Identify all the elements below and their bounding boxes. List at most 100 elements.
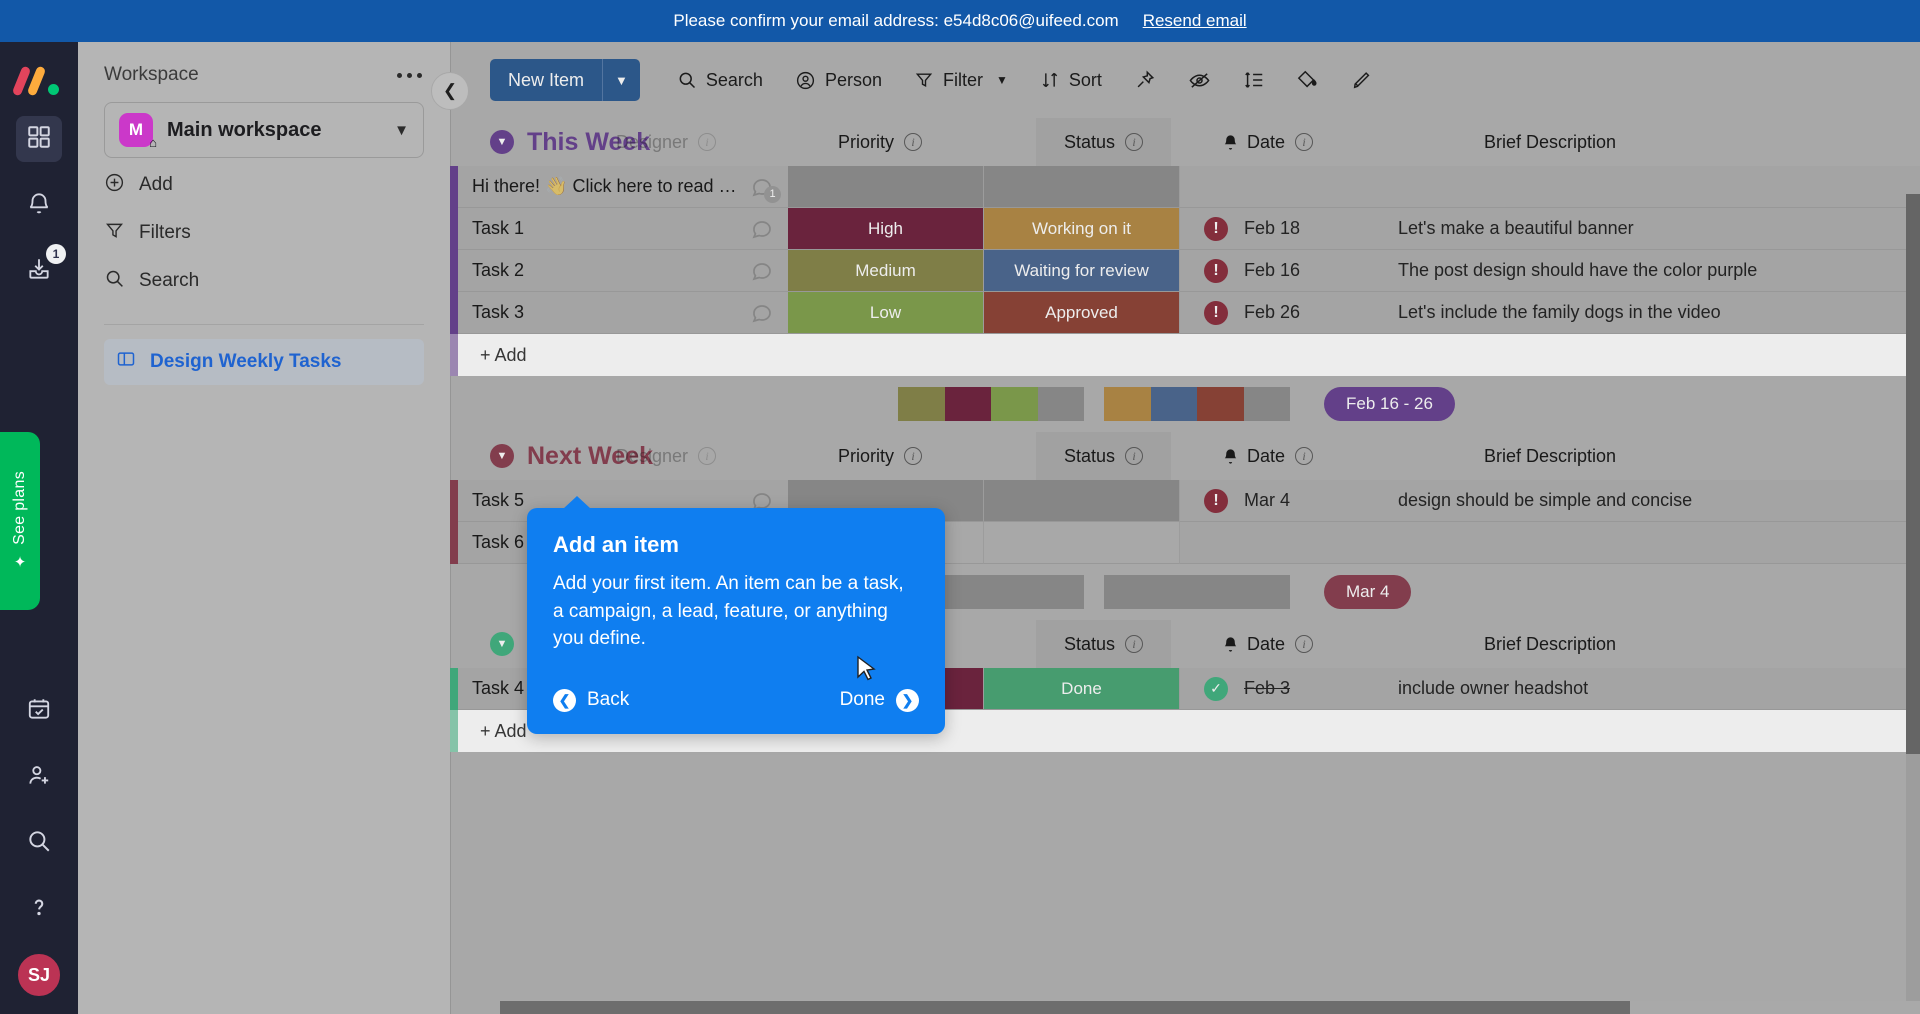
add-item-row[interactable]: + Add: [450, 334, 1920, 376]
row-name-cell[interactable]: Task 3: [458, 292, 788, 334]
row-description-cell[interactable]: The post design should have the color pu…: [1380, 250, 1920, 292]
rail-item-invite[interactable]: [16, 754, 62, 800]
column-header-status[interactable]: Status i: [1036, 432, 1172, 480]
row-name-cell[interactable]: Hi there! 👋 Click here to read abou… 1: [458, 166, 788, 208]
column-header-date[interactable]: Date i: [1222, 620, 1314, 668]
collapse-sidebar-button[interactable]: ❮: [431, 72, 469, 110]
toolbar-filter-button[interactable]: Filter ▼: [901, 59, 1021, 101]
column-header-designer[interactable]: Designeri: [616, 432, 717, 480]
comment-icon[interactable]: [750, 217, 774, 241]
workspace-selector[interactable]: M ⌂ Main workspace ▼: [104, 102, 424, 158]
row-status-cell[interactable]: [984, 522, 1180, 564]
date-summary-pill[interactable]: Mar 4: [1324, 575, 1412, 609]
column-info-icon[interactable]: i: [1295, 447, 1314, 466]
horizontal-scrollbar[interactable]: [500, 1001, 1920, 1014]
popover-back-button[interactable]: ❮ Back: [553, 688, 629, 712]
column-info-icon[interactable]: i: [1295, 133, 1314, 152]
sidebar-item-search[interactable]: Search: [104, 260, 424, 302]
column-header-description[interactable]: Brief Description: [1484, 432, 1616, 480]
row-status-cell[interactable]: Approved: [984, 292, 1180, 334]
sidebar-item-filters[interactable]: Filters: [104, 212, 424, 254]
toolbar-pin-button[interactable]: [1121, 59, 1169, 101]
row-priority-cell[interactable]: Low: [788, 292, 984, 334]
new-item-button[interactable]: New Item ▼: [490, 59, 640, 101]
row-status-cell[interactable]: Working on it: [984, 208, 1180, 250]
column-header-description[interactable]: Brief Description: [1484, 620, 1616, 668]
row-description-cell[interactable]: Let's make a beautiful banner: [1380, 208, 1920, 250]
chevron-down-icon[interactable]: ▼: [996, 73, 1008, 87]
column-info-icon[interactable]: i: [1125, 635, 1144, 654]
rail-item-notifications[interactable]: [16, 182, 62, 228]
add-item-label[interactable]: + Add: [458, 710, 527, 752]
group-collapse-icon[interactable]: ▼: [490, 632, 514, 656]
column-info-icon[interactable]: i: [698, 447, 717, 466]
row-status-cell[interactable]: [984, 166, 1180, 208]
row-date-cell[interactable]: ✓ Feb 3: [1180, 668, 1380, 710]
row-status-cell[interactable]: Waiting for review: [984, 250, 1180, 292]
rail-item-search[interactable]: [16, 820, 62, 866]
toolbar-person-button[interactable]: Person: [782, 59, 895, 101]
toolbar-highlighter-button[interactable]: [1338, 59, 1386, 101]
column-header-status[interactable]: Status i: [1036, 118, 1172, 166]
row-date-cell[interactable]: ! Feb 18: [1180, 208, 1380, 250]
column-info-icon[interactable]: i: [698, 133, 717, 152]
workspace-more-icon[interactable]: [395, 67, 424, 84]
comment-icon[interactable]: 1: [750, 175, 781, 203]
row-description-cell[interactable]: [1380, 522, 1920, 564]
comment-icon[interactable]: [750, 259, 774, 283]
vertical-scrollbar-thumb[interactable]: [1906, 194, 1920, 754]
rail-item-home[interactable]: [16, 116, 62, 162]
column-info-icon[interactable]: i: [904, 133, 923, 152]
toolbar-search-button[interactable]: Search: [664, 59, 776, 101]
column-header-designer[interactable]: Designeri: [616, 118, 717, 166]
sidebar-item-add[interactable]: Add: [104, 164, 424, 206]
group-collapse-icon[interactable]: ▼: [490, 444, 514, 468]
row-description-cell[interactable]: include owner headshot: [1380, 668, 1920, 710]
table-row[interactable]: Task 1 High Working on it! Feb 18 Let's make…: [450, 208, 1920, 250]
row-status-cell[interactable]: [984, 480, 1180, 522]
row-name-cell[interactable]: Task 1: [458, 208, 788, 250]
rail-item-inbox[interactable]: 1: [16, 244, 66, 294]
vertical-scrollbar[interactable]: [1906, 194, 1920, 1014]
new-item-dropdown-icon[interactable]: ▼: [603, 59, 640, 101]
comment-icon[interactable]: [750, 301, 774, 325]
column-header-date[interactable]: Date i: [1222, 432, 1314, 480]
table-row[interactable]: Hi there! 👋 Click here to read abou… 1: [450, 166, 1920, 208]
resend-email-link[interactable]: Resend email: [1143, 11, 1247, 31]
row-date-cell[interactable]: ! Feb 26: [1180, 292, 1380, 334]
row-priority-cell[interactable]: [788, 166, 984, 208]
sidebar-board-design-weekly-tasks[interactable]: Design Weekly Tasks: [104, 339, 424, 385]
column-info-icon[interactable]: i: [1295, 635, 1314, 654]
toolbar-paint-button[interactable]: [1284, 59, 1332, 101]
column-info-icon[interactable]: i: [904, 447, 923, 466]
table-row[interactable]: Task 3 Low Approved! Feb 26 Let's include th…: [450, 292, 1920, 334]
rail-item-my-work[interactable]: [16, 688, 62, 734]
column-header-date[interactable]: Date i: [1222, 118, 1314, 166]
monday-logo[interactable]: [11, 64, 61, 97]
see-plans-button[interactable]: See plans ✦: [0, 432, 40, 610]
row-date-cell[interactable]: ! Mar 4: [1180, 480, 1380, 522]
column-info-icon[interactable]: i: [1125, 133, 1144, 152]
table-row[interactable]: Task 2 Medium Waiting for review! Feb 16 The…: [450, 250, 1920, 292]
row-description-cell[interactable]: Let's include the family dogs in the vid…: [1380, 292, 1920, 334]
row-date-cell[interactable]: [1180, 522, 1380, 564]
rail-item-help[interactable]: [16, 886, 62, 932]
column-header-description[interactable]: Brief Description: [1484, 118, 1616, 166]
popover-done-button[interactable]: Done ❯: [840, 688, 919, 712]
add-item-label[interactable]: + Add: [458, 334, 527, 376]
row-priority-cell[interactable]: High: [788, 208, 984, 250]
column-header-priority[interactable]: Priorityi: [838, 118, 923, 166]
column-header-status[interactable]: Status i: [1036, 620, 1172, 668]
date-summary-pill[interactable]: Feb 16 - 26: [1324, 387, 1455, 421]
row-status-cell[interactable]: Done: [984, 668, 1180, 710]
row-name-cell[interactable]: Task 2: [458, 250, 788, 292]
row-date-cell[interactable]: [1180, 166, 1380, 208]
toolbar-sort-button[interactable]: Sort: [1027, 59, 1115, 101]
toolbar-hide-button[interactable]: [1175, 59, 1224, 101]
row-description-cell[interactable]: design should be simple and concise: [1380, 480, 1920, 522]
row-date-cell[interactable]: ! Feb 16: [1180, 250, 1380, 292]
column-header-priority[interactable]: Priorityi: [838, 432, 923, 480]
horizontal-scrollbar-thumb[interactable]: [500, 1001, 1630, 1014]
row-priority-cell[interactable]: Medium: [788, 250, 984, 292]
row-description-cell[interactable]: [1380, 166, 1920, 208]
